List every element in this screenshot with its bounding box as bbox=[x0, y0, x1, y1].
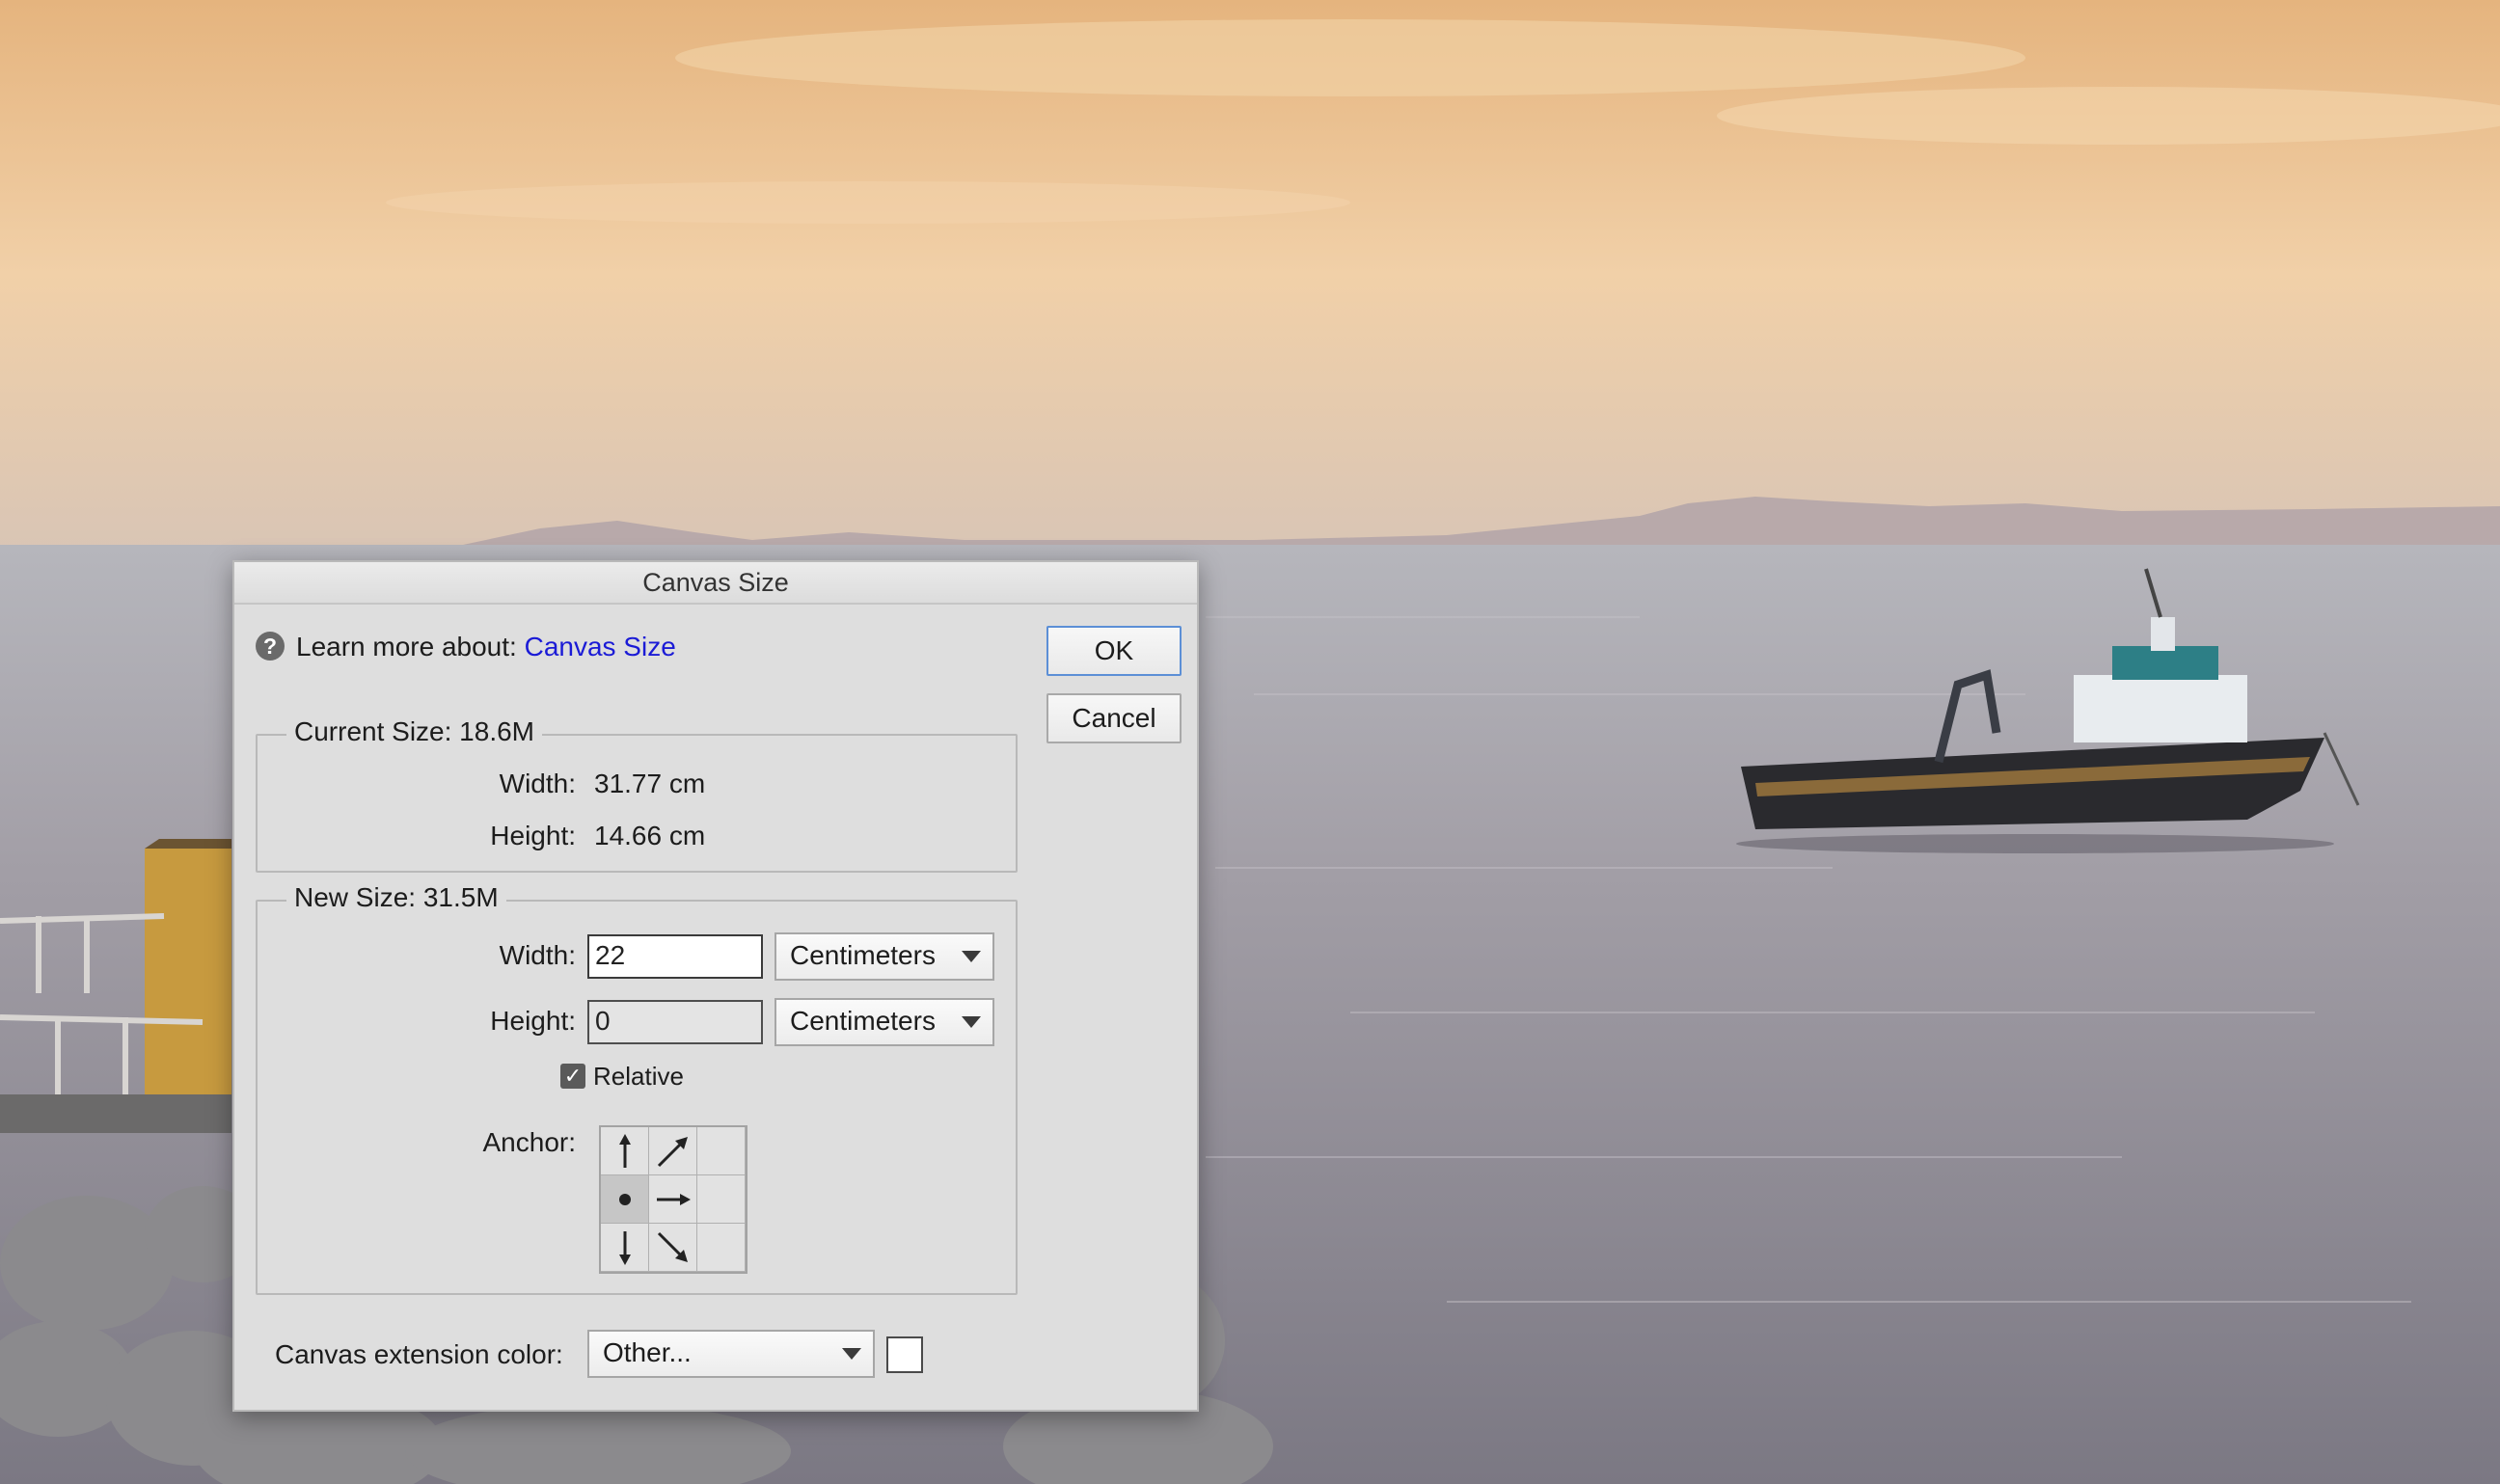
chevron-down-icon bbox=[962, 1016, 981, 1028]
chevron-down-icon bbox=[962, 951, 981, 962]
current-width-label: Width: bbox=[499, 769, 576, 798]
height-unit-select[interactable]: Centimeters bbox=[774, 998, 994, 1046]
arrow-down-right-icon bbox=[657, 1231, 688, 1262]
current-height-value: 14.66 cm bbox=[594, 821, 706, 850]
extension-color-label: Canvas extension color: bbox=[275, 1339, 563, 1369]
anchor-bottom-left[interactable] bbox=[601, 1224, 649, 1272]
anchor-bottom-center[interactable] bbox=[649, 1224, 697, 1272]
anchor-bottom-right[interactable] bbox=[697, 1224, 746, 1272]
help-text: Learn more about: Canvas Size bbox=[296, 632, 676, 662]
width-input[interactable]: 22 bbox=[587, 934, 763, 979]
anchor-dot-icon bbox=[619, 1194, 631, 1205]
current-width-value: 31.77 cm bbox=[594, 769, 706, 798]
anchor-top-left[interactable] bbox=[601, 1127, 649, 1175]
new-width-label: Width: bbox=[499, 940, 576, 970]
relative-label[interactable]: Relative bbox=[593, 1062, 684, 1092]
help-icon: ? bbox=[256, 632, 285, 661]
chevron-down-icon bbox=[842, 1348, 861, 1360]
arrow-right-icon bbox=[657, 1194, 691, 1205]
extension-color-value: Other... bbox=[603, 1337, 692, 1367]
help-prefix: Learn more about: bbox=[296, 632, 517, 661]
new-size-legend: New Size: 31.5M bbox=[286, 882, 506, 913]
current-size-legend: Current Size: 18.6M bbox=[286, 716, 542, 747]
anchor-middle-right[interactable] bbox=[697, 1175, 746, 1224]
extension-color-swatch[interactable] bbox=[886, 1336, 923, 1373]
anchor-top-center[interactable] bbox=[649, 1127, 697, 1175]
anchor-middle-left[interactable] bbox=[601, 1175, 649, 1224]
dialog-title: Canvas Size bbox=[234, 562, 1197, 605]
height-input[interactable]: 0 bbox=[587, 1000, 763, 1044]
anchor-grid bbox=[599, 1125, 747, 1274]
cancel-button[interactable]: Cancel bbox=[1046, 693, 1182, 743]
arrow-up-icon bbox=[619, 1134, 631, 1168]
width-unit-select[interactable]: Centimeters bbox=[774, 932, 994, 981]
desktop-background: Canvas Size ? Learn more about: Canvas S… bbox=[0, 0, 2500, 1484]
arrow-up-right-icon bbox=[657, 1137, 688, 1168]
canvas-size-dialog: Canvas Size ? Learn more about: Canvas S… bbox=[232, 560, 1199, 1412]
arrow-down-icon bbox=[619, 1231, 631, 1265]
ok-button[interactable]: OK bbox=[1046, 626, 1182, 676]
extension-color-select[interactable]: Other... bbox=[587, 1330, 875, 1378]
anchor-top-right[interactable] bbox=[697, 1127, 746, 1175]
anchor-center[interactable] bbox=[649, 1175, 697, 1224]
relative-checkbox[interactable]: ✓ bbox=[560, 1064, 585, 1089]
anchor-label: Anchor: bbox=[482, 1127, 577, 1157]
new-height-label: Height: bbox=[490, 1006, 576, 1036]
width-unit-value: Centimeters bbox=[790, 940, 936, 970]
height-unit-value: Centimeters bbox=[790, 1006, 936, 1036]
current-height-label: Height: bbox=[490, 821, 576, 850]
current-size-group: Current Size: 18.6M Width: 31.77 cm Heig… bbox=[256, 716, 1018, 873]
help-link[interactable]: Canvas Size bbox=[525, 632, 676, 661]
